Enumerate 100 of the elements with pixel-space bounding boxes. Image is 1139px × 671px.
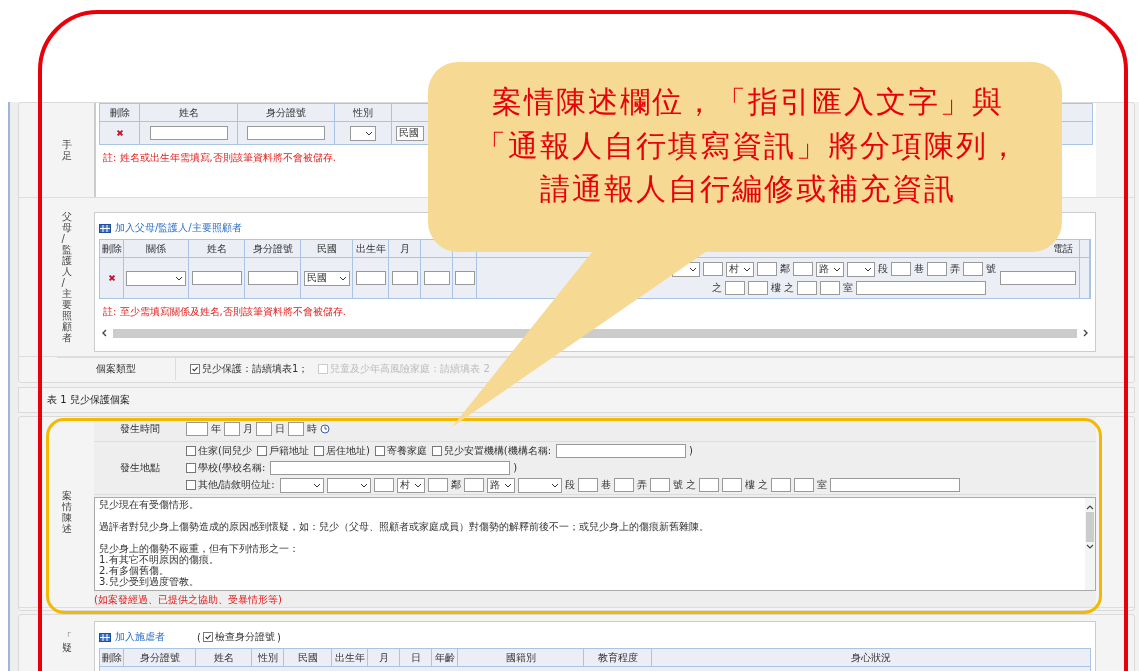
table-icon (99, 223, 111, 233)
column-header: 電話 (1053, 241, 1073, 256)
chevron-down-icon (359, 482, 368, 488)
chevron-left-icon[interactable] (101, 329, 107, 337)
description-line: 過評者對兒少身上傷勢造成的原因感到懷疑，如：兒少（父母、照顧者或家庭成員）對傷勢的解釋前後不一；或兒少身上的傷痕新舊雜陳。 (99, 521, 709, 532)
column-header: 月 (399, 241, 410, 256)
checkbox[interactable] (202, 632, 213, 642)
clock-icon[interactable] (320, 424, 330, 434)
scrollbar-thumb[interactable] (1086, 512, 1094, 542)
field-label: 鄰 (780, 262, 790, 276)
text-field[interactable] (224, 422, 240, 436)
text-field[interactable] (427, 478, 448, 492)
chevron-down-icon[interactable] (1086, 544, 1094, 550)
column-header: 身分證號 (266, 105, 306, 120)
dropdown[interactable] (326, 477, 371, 493)
parenthesis: ) (276, 631, 281, 643)
text-field[interactable] (891, 262, 911, 276)
dropdown[interactable]: 村 (726, 261, 754, 277)
text-field[interactable] (698, 478, 719, 492)
text-field[interactable] (247, 271, 298, 285)
text-field[interactable] (391, 271, 418, 285)
checkbox-label: 戶籍地址 (268, 443, 309, 458)
text-field[interactable] (247, 126, 325, 140)
checkbox[interactable] (186, 445, 196, 456)
field-label: 發生時間 (120, 422, 160, 436)
text-field[interactable] (556, 443, 687, 458)
text-field[interactable] (454, 271, 475, 285)
description-line: 3.兒少受到過度管教。 (99, 576, 199, 587)
warning-note: 註: 姓名或出生年需填寫,否則該筆資料將不會被儲存. (102, 151, 337, 165)
text-field[interactable] (770, 478, 791, 492)
text-field[interactable] (927, 262, 947, 276)
column-header: 刪除 (109, 105, 130, 120)
field-label: 室 (816, 478, 827, 492)
checkbox[interactable] (313, 445, 324, 456)
add-perpetrator-link[interactable]: 加入施虐者 (115, 630, 165, 644)
dropdown[interactable]: 民國 (303, 270, 350, 286)
text-field[interactable] (829, 478, 960, 492)
text-field[interactable] (793, 478, 814, 492)
text-field[interactable] (355, 271, 386, 285)
text-field[interactable] (463, 478, 484, 492)
text-field[interactable] (649, 478, 670, 492)
section-label: 案情陳述 (61, 489, 72, 536)
dropdown[interactable]: 村 (396, 477, 425, 493)
dropdown[interactable] (847, 261, 875, 277)
dropdown[interactable]: 民國 (396, 125, 424, 141)
text-field[interactable] (757, 262, 777, 276)
dropdown[interactable]: 路 (816, 261, 844, 277)
scrollbar-thumb[interactable] (113, 328, 1077, 338)
checkbox[interactable] (256, 445, 267, 456)
text-field[interactable] (149, 126, 228, 140)
add-guardian-link[interactable]: 加入父母/監護人/主要照顧者 (115, 221, 242, 235)
chevron-down-icon (312, 482, 321, 488)
column-header: 姓名 (178, 105, 199, 120)
dropdown[interactable]: 路 (486, 477, 515, 493)
text-field[interactable] (613, 478, 634, 492)
column-header: 性別 (353, 105, 373, 120)
dropdown[interactable] (350, 125, 376, 141)
text-field[interactable] (703, 262, 723, 276)
chevron-down-icon (743, 266, 751, 272)
delete-icon[interactable] (107, 274, 116, 282)
text-field[interactable] (373, 478, 394, 492)
column-header: 民國 (297, 650, 318, 665)
section-label: 父母/監護人/主要照顧者 (61, 210, 72, 345)
checkbox[interactable] (186, 480, 196, 490)
dropdown[interactable] (517, 477, 562, 493)
text-field[interactable] (999, 271, 1076, 285)
text-field[interactable] (423, 271, 450, 285)
text-field[interactable] (577, 478, 598, 492)
chevron-up-icon[interactable] (1086, 504, 1094, 510)
dropdown[interactable] (279, 477, 324, 493)
field-label: ) (689, 445, 693, 456)
checkbox[interactable] (190, 364, 200, 374)
text-field[interactable] (288, 422, 304, 436)
description-line: 2.有多個舊傷。 (99, 565, 169, 576)
checkbox[interactable] (374, 445, 385, 456)
text-field[interactable] (186, 422, 208, 436)
field-label: 弄 (636, 478, 647, 492)
text-area[interactable]: 兒少現在有受傷情形。 過評者對兒少身上傷勢造成的原因感到懷疑，如：兒少（父母、照顧者或家庭成員）對傷勢的解釋前後不一；或兒少身上的傷痕新舊雜陳。 兒少身上的傷勢不嚴重，但有下列情形之一： 1.有其它不明原因的傷痕。 2.有多個舊傷。 3.兒少受到過度管教。 (94, 497, 1096, 591)
checkbox[interactable] (186, 462, 196, 473)
text-field[interactable] (270, 460, 511, 475)
checkbox-label: 兒少安置機構(機構名稱: (443, 443, 552, 458)
text-field[interactable] (856, 280, 986, 295)
dropdown[interactable] (126, 270, 186, 286)
vertical-scrollbar[interactable] (1085, 498, 1095, 590)
checkbox[interactable] (431, 445, 442, 456)
delete-icon[interactable] (115, 129, 124, 137)
text-field[interactable] (721, 478, 742, 492)
text-field[interactable] (963, 262, 983, 276)
chevron-right-icon[interactable] (1083, 329, 1089, 337)
hint-text: (如案發經過、已提供之協助、受暴情形等) (94, 593, 283, 607)
field-label: 年 (211, 422, 221, 436)
text-field[interactable] (191, 271, 242, 285)
text-field[interactable] (256, 422, 272, 436)
column-header: 姓名 (213, 650, 234, 665)
text-field[interactable] (725, 280, 745, 295)
text-field[interactable] (793, 262, 813, 276)
text-field[interactable] (748, 280, 768, 295)
text-field[interactable] (797, 280, 817, 295)
text-field[interactable] (820, 280, 840, 295)
field-label: 之 (757, 478, 768, 492)
